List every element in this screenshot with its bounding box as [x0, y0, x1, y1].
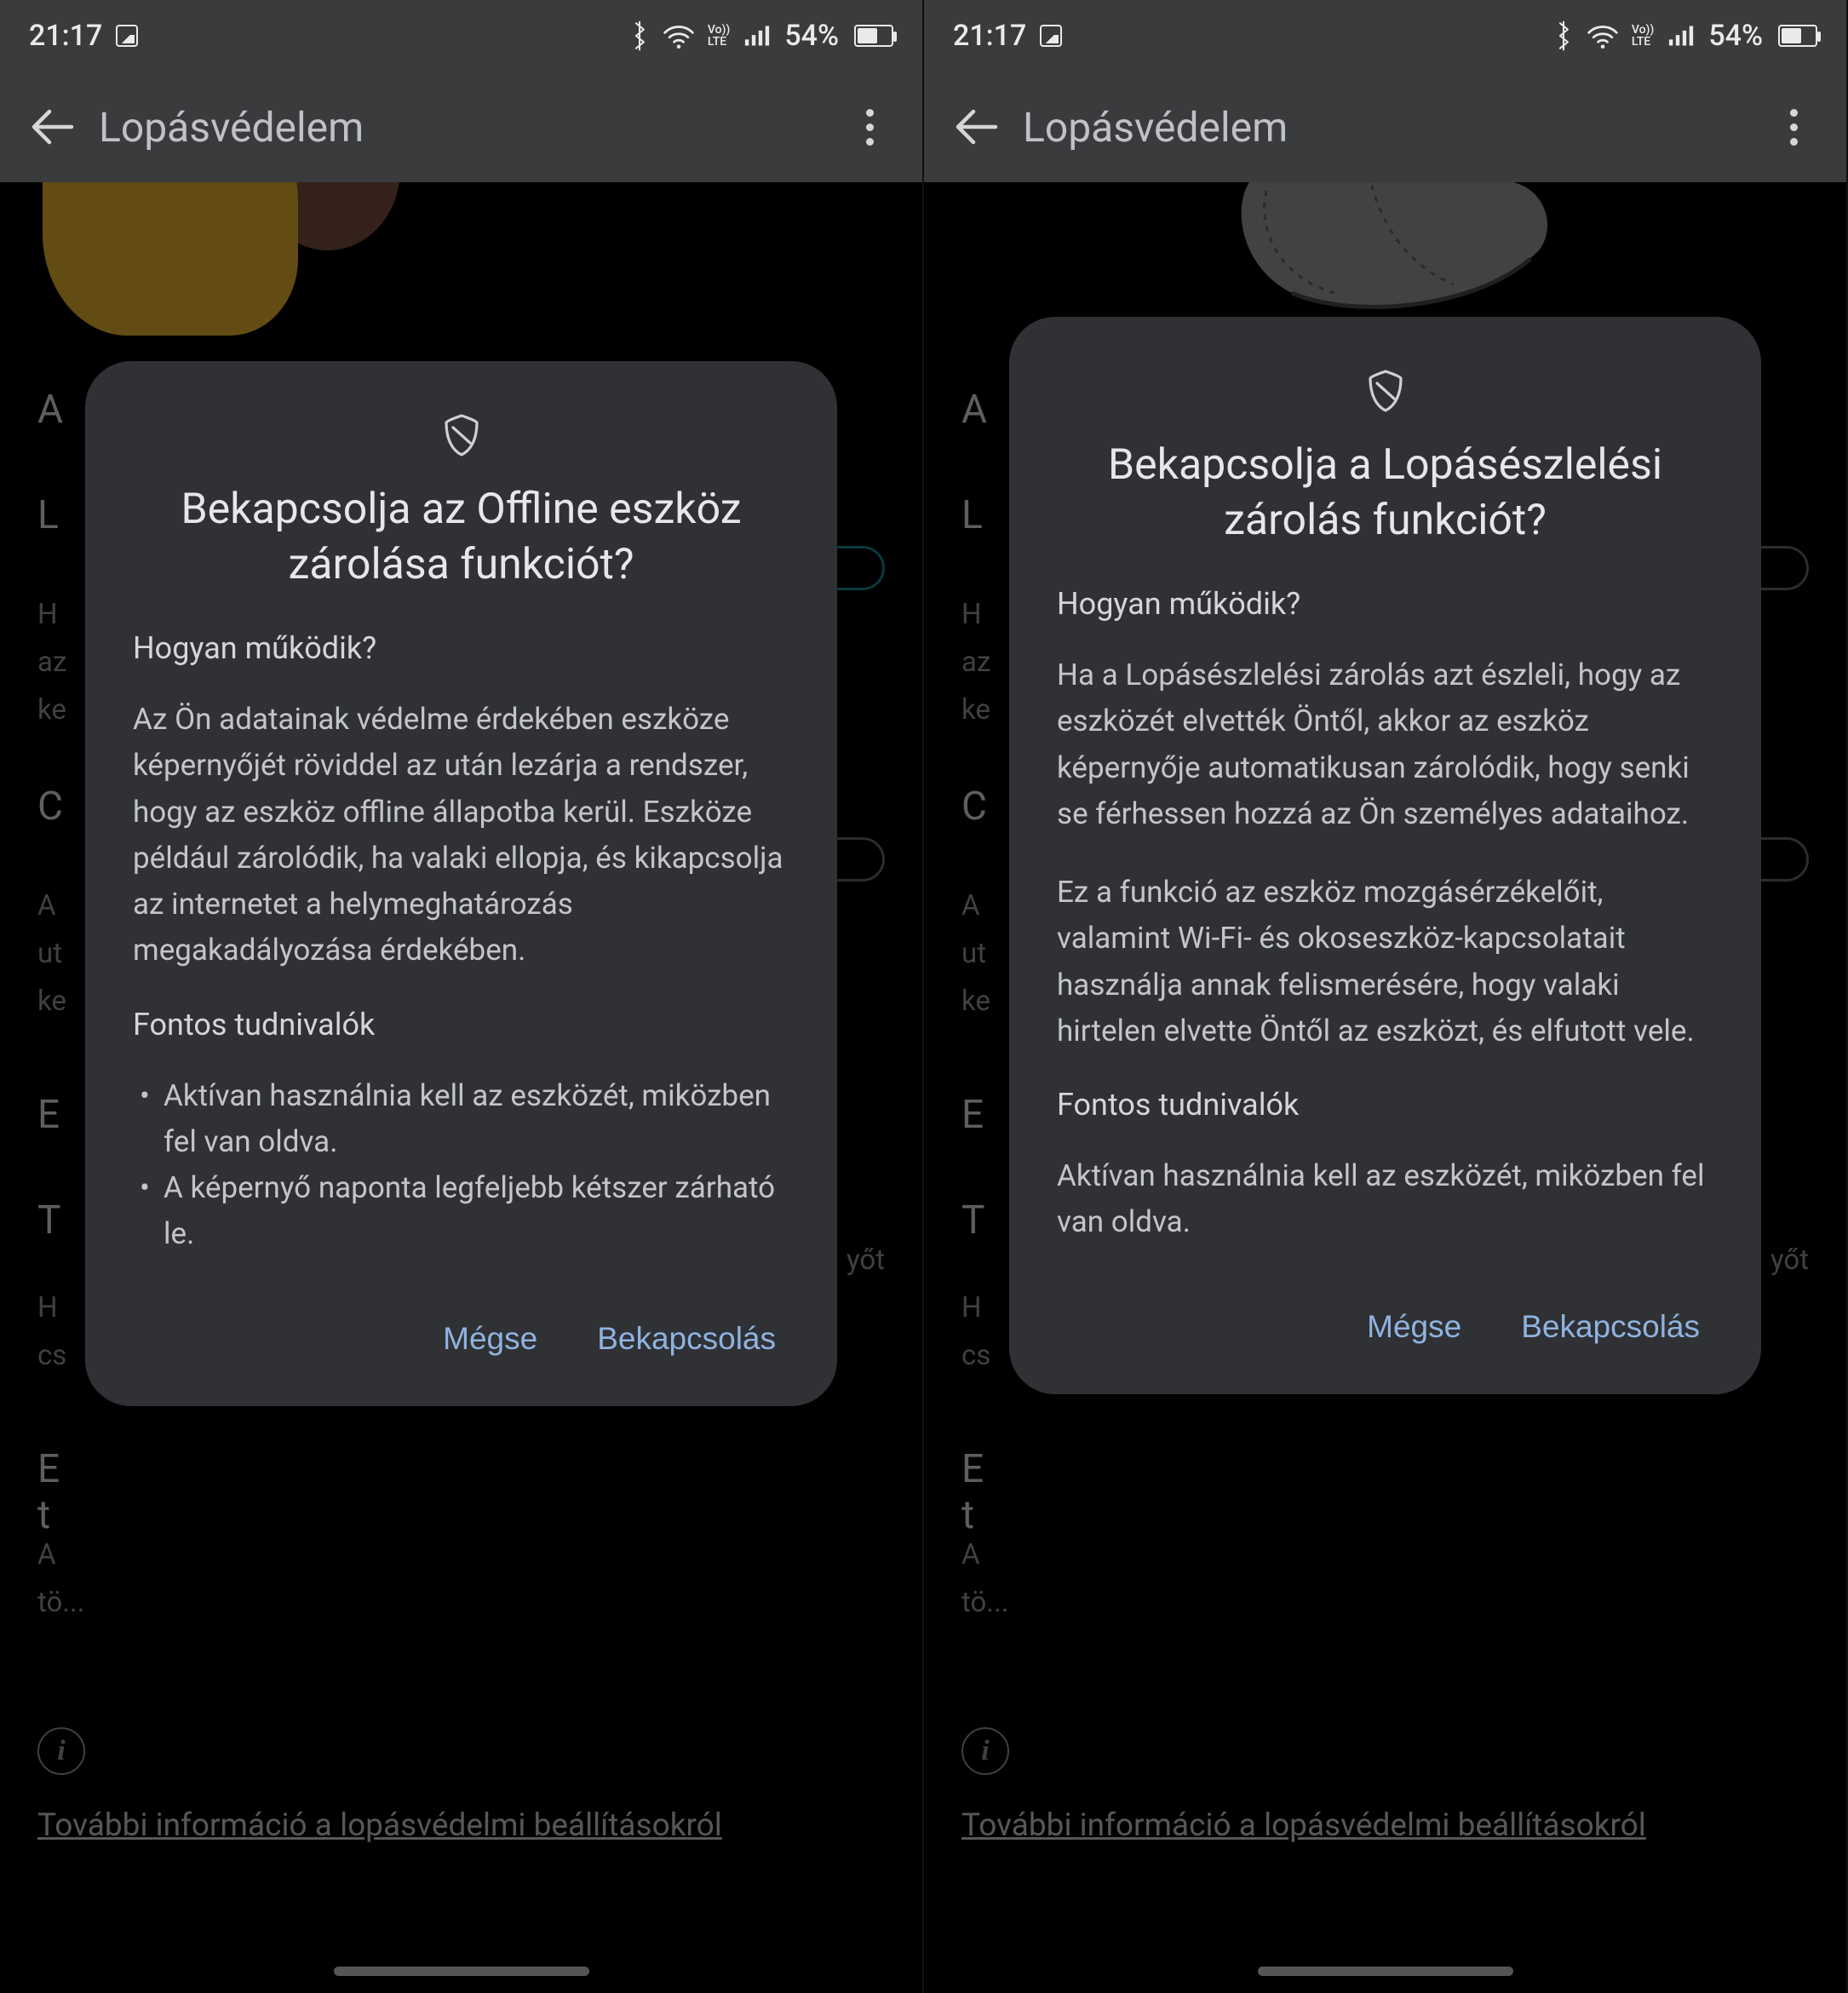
battery-percent: 54%: [784, 19, 839, 53]
battery-icon: [854, 25, 893, 47]
volte-icon: Vo))LTE: [708, 23, 730, 49]
dialog-body: Ez a funkció az eszköz mozgásérzékelőit,…: [1057, 870, 1713, 1054]
app-bar: Lopásvédelem: [0, 72, 922, 182]
dialog-body: Az Ön adatainak védelme érdekében eszköz…: [133, 697, 789, 974]
overflow-menu-button[interactable]: [832, 89, 907, 164]
screenshot-left: 21:17 Vo))LTE 54% Lopásvédelem: [0, 0, 924, 1993]
dialog-offline-lock: Bekapcsolja az Offline eszköz zárolása f…: [85, 361, 837, 1406]
list-item: A képernyő naponta legfeljebb kétszer zá…: [140, 1165, 789, 1258]
battery-percent: 54%: [1708, 19, 1763, 53]
more-vert-icon: [1790, 109, 1798, 146]
cancel-button[interactable]: Mégse: [438, 1312, 542, 1365]
dialog-body: Aktívan használnia kell az eszközét, mik…: [1057, 1153, 1713, 1246]
signal-icon: [742, 23, 772, 49]
cancel-button[interactable]: Mégse: [1362, 1301, 1466, 1353]
more-vert-icon: [866, 109, 874, 146]
status-bar: 21:17 Vo))LTE 54%: [0, 0, 922, 72]
dialog-important-title: Fontos tudnivalók: [1057, 1087, 1713, 1123]
confirm-button[interactable]: Bekapcsolás: [1516, 1301, 1705, 1353]
volte-icon: Vo))LTE: [1632, 23, 1654, 49]
dialog-theft-detection-lock: Bekapcsolja a Lopásészlelési zárolás fun…: [1009, 317, 1761, 1394]
nav-pill[interactable]: [1258, 1967, 1513, 1976]
dialog-bullet-list: Aktívan használnia kell az eszközét, mik…: [133, 1073, 789, 1258]
screenshot-right: 21:17 Vo))LTE 54% Lopásvédelem: [924, 0, 1848, 1993]
screenshot-icon: [1040, 25, 1062, 47]
bluetooth-icon: [1553, 23, 1574, 49]
overflow-menu-button[interactable]: [1756, 89, 1831, 164]
dialog-important-title: Fontos tudnivalók: [133, 1007, 789, 1042]
dialog-body: Ha a Lopásészlelési zárolás azt észleli,…: [1057, 652, 1713, 837]
battery-icon: [1778, 25, 1817, 47]
confirm-button[interactable]: Bekapcsolás: [592, 1312, 781, 1365]
app-bar: Lopásvédelem: [924, 72, 1846, 182]
list-item: Aktívan használnia kell az eszközét, mik…: [140, 1073, 789, 1166]
dialog-subtitle: Hogyan működik?: [133, 630, 789, 666]
dialog-title: Bekapcsolja a Lopásészlelési zárolás fun…: [1057, 438, 1713, 549]
page-title: Lopásvédelem: [99, 103, 364, 152]
shield-icon: [1057, 368, 1713, 414]
back-button[interactable]: [15, 89, 90, 164]
wifi-icon: [1586, 23, 1620, 49]
signal-icon: [1666, 23, 1696, 49]
shield-icon: [133, 412, 789, 458]
status-time: 21:17: [953, 19, 1026, 53]
nav-pill[interactable]: [334, 1967, 589, 1976]
back-button[interactable]: [939, 89, 1014, 164]
status-bar: 21:17 Vo))LTE 54%: [924, 0, 1846, 72]
dialog-subtitle: Hogyan működik?: [1057, 586, 1713, 622]
bluetooth-icon: [629, 23, 650, 49]
status-time: 21:17: [29, 19, 102, 53]
page-title: Lopásvédelem: [1023, 103, 1288, 152]
wifi-icon: [662, 23, 696, 49]
screenshot-icon: [116, 25, 138, 47]
dialog-title: Bekapcsolja az Offline eszköz zárolása f…: [133, 482, 789, 593]
